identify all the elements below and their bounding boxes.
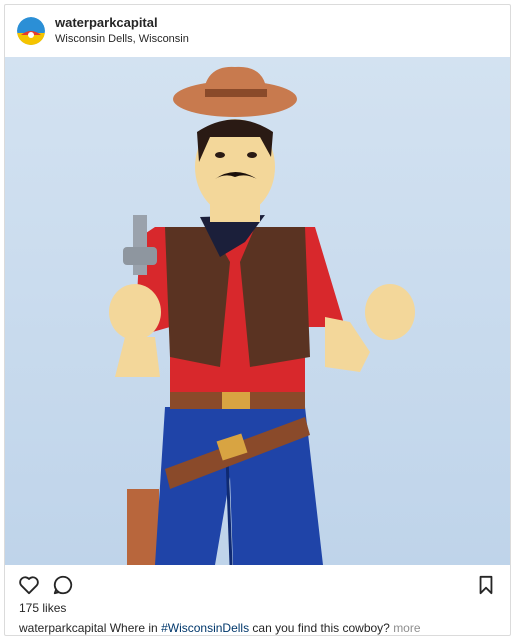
post-photo[interactable] — [5, 57, 510, 565]
more-link[interactable]: more — [393, 621, 420, 635]
caption-hashtag[interactable]: #WisconsinDells — [161, 621, 249, 635]
likes-count[interactable]: 175 likes — [19, 601, 66, 615]
caption-text-before: Where in — [106, 621, 162, 635]
post-actions — [5, 565, 510, 605]
post-location[interactable]: Wisconsin Dells, Wisconsin — [55, 33, 189, 45]
post-caption: waterparkcapital Where in #WisconsinDell… — [19, 621, 500, 635]
heart-outline-icon[interactable] — [17, 573, 41, 597]
avatar[interactable] — [17, 17, 45, 45]
bookmark-icon[interactable] — [474, 573, 498, 597]
caption-text-after: can you find this cowboy? — [249, 621, 394, 635]
avatar-logo — [17, 17, 45, 45]
caption-username[interactable]: waterparkcapital — [19, 621, 106, 635]
post-card: waterparkcapital Wisconsin Dells, Wiscon… — [4, 4, 511, 636]
comment-bubble-icon[interactable] — [51, 573, 75, 597]
cowboy-statue-image — [5, 57, 510, 565]
post-header: waterparkcapital Wisconsin Dells, Wiscon… — [5, 5, 510, 57]
post-username[interactable]: waterparkcapital — [55, 15, 158, 30]
